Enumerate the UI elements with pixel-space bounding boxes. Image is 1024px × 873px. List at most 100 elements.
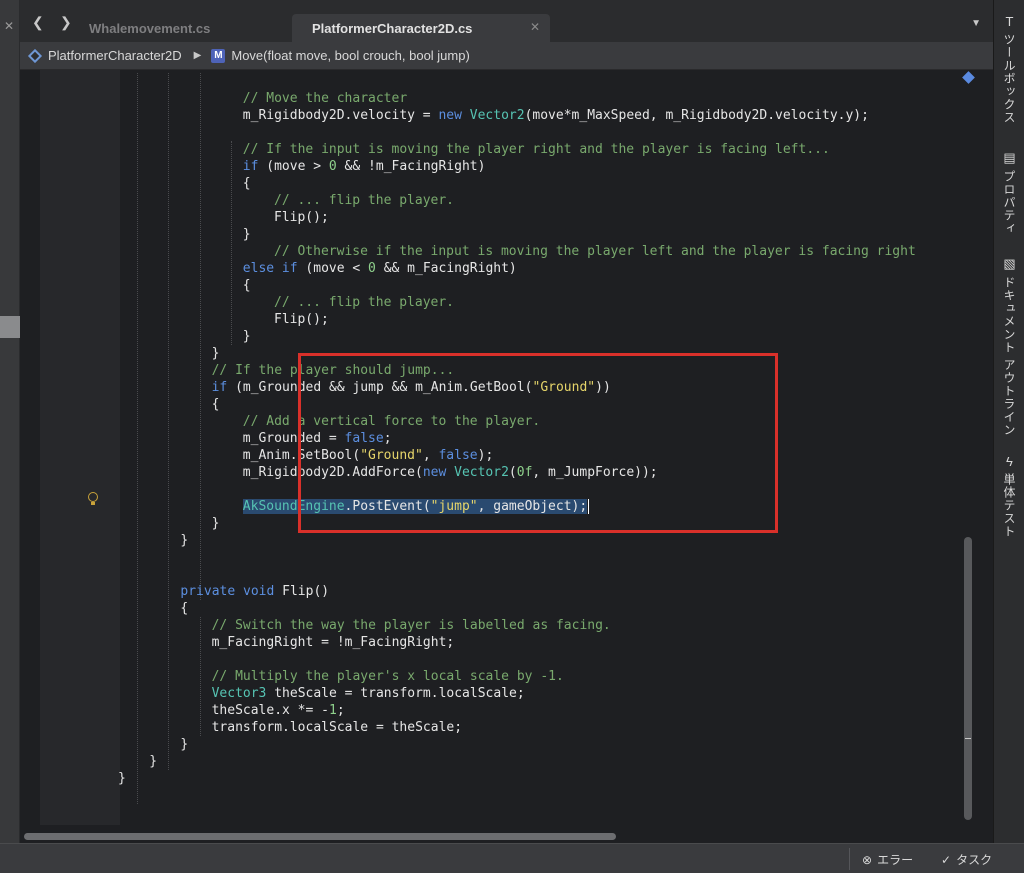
code-line[interactable]: 88// ... flip the player. — [100, 294, 980, 311]
code-token: } — [180, 533, 189, 548]
code-text: m_Rigidbody2D.velocity = new Vector2(mov… — [243, 107, 869, 124]
annotation-highlight-box — [298, 353, 778, 533]
code-line[interactable]: 76// Move the character — [100, 90, 980, 107]
code-line[interactable]: 106{ — [100, 600, 980, 617]
status-bar: ⊗ エラー ✓ タスク — [0, 843, 1024, 873]
code-token: else if — [242, 261, 306, 276]
code-token: transform.localScale = theScale; — [211, 720, 463, 735]
code-text: { — [243, 175, 251, 192]
code-text: m_FacingRight = !m_FacingRight; — [212, 634, 455, 651]
dock-document-outline[interactable]: ▧ ドキュメント アウトライン — [994, 256, 1024, 436]
lightbulb-icon[interactable] — [88, 492, 98, 505]
code-line[interactable]: 85// Otherwise if the input is moving th… — [100, 243, 980, 260]
code-token: { — [242, 176, 251, 191]
code-line[interactable]: 108m_FacingRight = !m_FacingRight; — [100, 634, 980, 651]
left-panel-scroll-thumb[interactable] — [0, 316, 20, 338]
tab-bar: ❮ ❯ Whalemovement.cs PlatformerCharacter… — [20, 0, 993, 42]
code-token: // Otherwise if the input is moving the … — [274, 244, 916, 259]
dock-toolbox[interactable]: T ツールボックス — [994, 14, 1024, 124]
status-divider — [849, 848, 850, 870]
code-token: // Multiply the player's x local scale b… — [211, 669, 564, 684]
code-text: } — [149, 753, 157, 770]
code-line[interactable]: 116} — [100, 770, 980, 787]
code-line[interactable]: 87{ — [100, 277, 980, 294]
code-line[interactable]: 109 — [100, 651, 980, 668]
dock-label: ドキュメント アウトライン — [1002, 276, 1016, 437]
close-icon[interactable]: ✕ — [4, 19, 14, 33]
code-line[interactable]: 113transform.localScale = theScale; — [100, 719, 980, 736]
code-token: } — [211, 346, 220, 361]
code-token: m_FacingRight = !m_FacingRight; — [211, 635, 455, 650]
horizontal-scroll-thumb[interactable] — [24, 833, 616, 840]
code-line[interactable]: 77m_Rigidbody2D.velocity = new Vector2(m… — [100, 107, 980, 124]
code-token: (move < — [305, 261, 369, 276]
document-outline-icon: ▧ — [1003, 256, 1016, 271]
code-text: // Switch the way the player is labelled… — [212, 617, 611, 634]
horizontal-scrollbar[interactable] — [20, 830, 976, 843]
errors-button[interactable]: ⊗ エラー — [862, 851, 913, 868]
code-line[interactable]: 80if (move > 0 && !m_FacingRight) — [100, 158, 980, 175]
code-line[interactable]: 84} — [100, 226, 980, 243]
chevron-right-icon[interactable]: ❯ — [60, 14, 72, 31]
tab-whalemovement[interactable]: Whalemovement.cs — [74, 14, 292, 42]
properties-icon: ▤ — [1003, 150, 1016, 165]
code-token: (move*m_MaxSpeed, m_Rigidbody2D.velocity… — [524, 108, 869, 123]
code-line[interactable]: 117 — [100, 787, 980, 804]
chevron-left-icon[interactable]: ❮ — [32, 14, 44, 31]
code-line[interactable]: 103 — [100, 549, 980, 566]
code-token: // ... flip the player. — [274, 295, 455, 310]
error-circle-icon: ⊗ — [862, 852, 873, 867]
code-area[interactable]: 7576// Move the character77m_Rigidbody2D… — [100, 70, 980, 830]
tasks-button[interactable]: ✓ タスク — [941, 851, 992, 868]
code-line[interactable]: 112theScale.x *= -1; — [100, 702, 980, 719]
dock-label: 単体テスト — [1002, 473, 1016, 538]
code-text: theScale.x *= -1; — [212, 702, 345, 719]
code-token: } — [180, 737, 189, 752]
code-line[interactable]: 89Flip(); — [100, 311, 980, 328]
breadcrumb-class[interactable]: PlatformerCharacter2D — [48, 48, 182, 63]
breadcrumb-method[interactable]: Move(float move, bool crouch, bool jump) — [231, 48, 469, 63]
code-text: // ... flip the player. — [274, 192, 454, 209]
code-line[interactable]: 105private void Flip() — [100, 583, 980, 600]
code-line[interactable]: 102} — [100, 532, 980, 549]
code-text: // If the input is moving the player rig… — [243, 141, 830, 158]
code-line[interactable]: 86else if (move < 0 && m_FacingRight) — [100, 260, 980, 277]
code-line[interactable]: 79// If the input is moving the player r… — [100, 141, 980, 158]
code-line[interactable]: 90} — [100, 328, 980, 345]
unit-test-icon: ϟ — [1006, 454, 1013, 469]
vertical-scroll-thumb[interactable] — [964, 537, 972, 820]
code-line[interactable]: 111Vector3 theScale = transform.localSca… — [100, 685, 980, 702]
code-token: // If the input is moving the player rig… — [242, 142, 830, 157]
code-text: transform.localScale = theScale; — [212, 719, 462, 736]
left-panel-strip: ✕ — [0, 0, 20, 843]
dock-label: ツールボックス — [1002, 33, 1016, 124]
code-text: } — [243, 226, 251, 243]
code-token: } — [149, 754, 158, 769]
code-token: Vector3 — [211, 686, 275, 701]
code-line[interactable]: 114} — [100, 736, 980, 753]
method-icon: M — [211, 48, 226, 63]
code-line[interactable]: 110// Multiply the player's x local scal… — [100, 668, 980, 685]
code-line[interactable]: 81{ — [100, 175, 980, 192]
code-line[interactable]: 115} — [100, 753, 980, 770]
code-text: // Multiply the player's x local scale b… — [212, 668, 564, 685]
dock-label: プロパティ — [1002, 170, 1016, 235]
code-editor[interactable]: 7576// Move the character77m_Rigidbody2D… — [20, 70, 993, 843]
code-line[interactable]: 78 — [100, 124, 980, 141]
code-line[interactable]: 83Flip(); — [100, 209, 980, 226]
dock-unit-test[interactable]: ϟ 単体テスト — [994, 454, 1024, 538]
code-text: } — [212, 345, 220, 362]
tab-platformercharacter2d[interactable]: PlatformerCharacter2D.cs ✕ — [292, 14, 550, 42]
close-tab-icon[interactable]: ✕ — [530, 20, 540, 34]
code-line[interactable]: 107// Switch the way the player is label… — [100, 617, 980, 634]
code-line[interactable]: 104 — [100, 566, 980, 583]
code-line[interactable]: 82// ... flip the player. — [100, 192, 980, 209]
scroll-marker — [965, 738, 971, 739]
tab-overflow-chevron-down-icon[interactable]: ▼ — [971, 18, 981, 29]
vertical-scrollbar[interactable] — [960, 70, 976, 830]
code-line[interactable]: 75 — [100, 73, 980, 90]
code-token: if — [211, 380, 236, 395]
tab-label: Whalemovement.cs — [89, 20, 211, 36]
dock-properties[interactable]: ▤ プロパティ — [994, 150, 1024, 235]
code-token: Flip(); — [274, 312, 329, 327]
